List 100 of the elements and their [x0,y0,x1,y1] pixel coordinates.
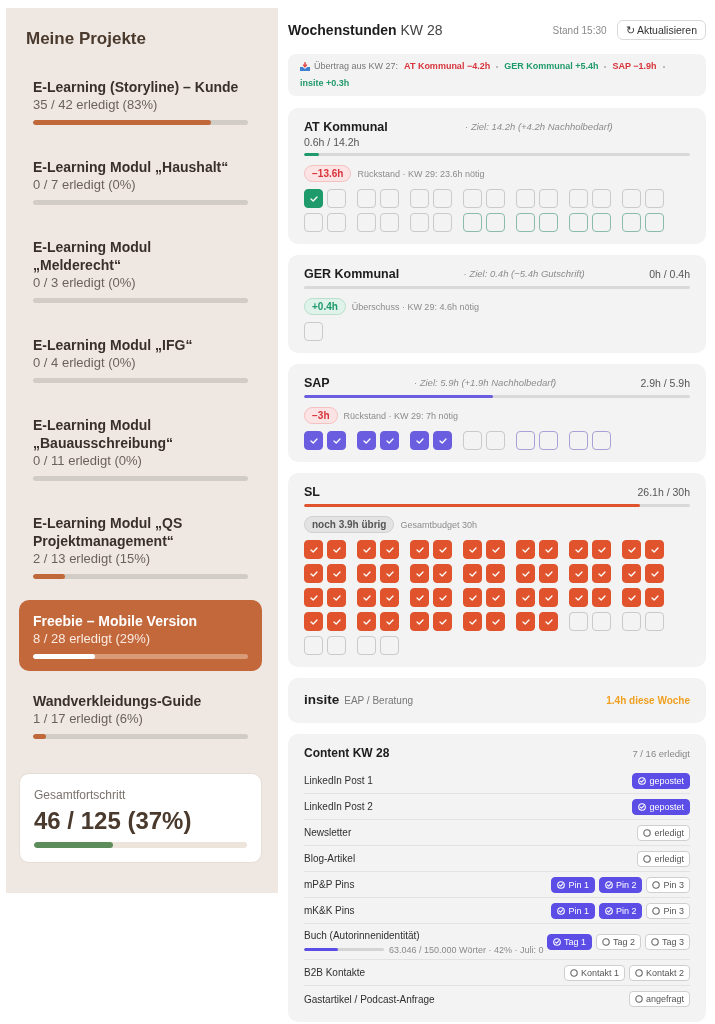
hour-checkbox[interactable] [327,636,346,655]
hour-checkbox[interactable] [410,213,429,232]
hour-checkbox[interactable] [327,564,346,583]
hour-checkbox[interactable] [304,189,323,208]
hour-checkbox[interactable] [622,189,641,208]
project-item[interactable]: Freebie – Mobile Version 8 / 28 erledigt (29%) [19,600,262,671]
hour-checkbox[interactable] [304,588,323,607]
hour-checkbox[interactable] [645,588,664,607]
hour-checkbox[interactable] [539,189,558,208]
hour-checkbox[interactable] [463,588,482,607]
hour-checkbox[interactable] [592,431,611,450]
hour-checkbox[interactable] [380,431,399,450]
status-toggle[interactable]: Pin 2 [598,902,643,919]
hour-checkbox[interactable] [357,564,376,583]
hour-checkbox[interactable] [463,213,482,232]
hour-checkbox[interactable] [357,540,376,559]
hour-checkbox[interactable] [327,612,346,631]
hour-checkbox[interactable] [380,189,399,208]
hour-checkbox[interactable] [433,588,452,607]
project-item[interactable]: E-Learning (Storyline) – Kunde 35 / 42 erledigt (83%) [19,66,262,137]
hour-checkbox[interactable] [486,612,505,631]
hour-checkbox[interactable] [357,588,376,607]
hour-checkbox[interactable] [592,612,611,631]
hour-checkbox[interactable] [486,213,505,232]
hour-checkbox[interactable] [304,431,323,450]
refresh-button[interactable]: ↻ Aktualisieren [616,20,706,40]
hour-checkbox[interactable] [569,213,588,232]
hour-checkbox[interactable] [327,588,346,607]
hour-checkbox[interactable] [304,540,323,559]
hour-checkbox[interactable] [433,540,452,559]
hour-checkbox[interactable] [433,612,452,631]
hour-checkbox[interactable] [622,564,641,583]
status-toggle[interactable]: Pin 1 [551,902,595,919]
hour-checkbox[interactable] [592,540,611,559]
status-toggle[interactable]: angefragt [628,991,690,1007]
hour-checkbox[interactable] [592,564,611,583]
hour-checkbox[interactable] [516,588,535,607]
hour-checkbox[interactable] [516,189,535,208]
hour-checkbox[interactable] [327,189,346,208]
hour-checkbox[interactable] [539,431,558,450]
hour-checkbox[interactable] [539,588,558,607]
status-toggle[interactable]: Pin 2 [598,876,643,893]
hour-checkbox[interactable] [410,189,429,208]
hour-checkbox[interactable] [486,540,505,559]
hour-checkbox[interactable] [410,612,429,631]
project-item[interactable]: E-Learning Modul „QS Projektmanagement“ 2 / 13 erledigt (15%) [19,502,262,591]
status-toggle[interactable]: gepostet [632,772,690,789]
status-toggle[interactable]: Pin 1 [551,876,595,893]
hour-checkbox[interactable] [516,431,535,450]
hour-checkbox[interactable] [304,322,323,341]
hour-checkbox[interactable] [516,564,535,583]
hour-checkbox[interactable] [486,189,505,208]
hour-checkbox[interactable] [304,636,323,655]
hour-checkbox[interactable] [304,213,323,232]
hour-checkbox[interactable] [380,636,399,655]
hour-checkbox[interactable] [569,431,588,450]
status-toggle[interactable]: Pin 3 [646,876,690,893]
hour-checkbox[interactable] [380,564,399,583]
hour-checkbox[interactable] [592,189,611,208]
hour-checkbox[interactable] [463,540,482,559]
hour-checkbox[interactable] [357,431,376,450]
status-toggle[interactable]: Kontakt 1 [563,964,625,981]
hour-checkbox[interactable] [410,564,429,583]
hour-checkbox[interactable] [380,612,399,631]
hour-checkbox[interactable] [592,588,611,607]
hour-checkbox[interactable] [569,564,588,583]
hour-checkbox[interactable] [569,540,588,559]
status-toggle[interactable]: Tag 2 [595,933,641,950]
project-item[interactable]: Wandverkleidungs-Guide 1 / 17 erledigt (6%) [19,680,262,751]
hour-checkbox[interactable] [645,612,664,631]
hour-checkbox[interactable] [645,189,664,208]
hour-checkbox[interactable] [304,612,323,631]
hour-checkbox[interactable] [410,588,429,607]
hour-checkbox[interactable] [569,612,588,631]
hour-checkbox[interactable] [327,540,346,559]
status-toggle[interactable]: erledigt [637,824,690,841]
hour-checkbox[interactable] [539,564,558,583]
hour-checkbox[interactable] [463,612,482,631]
hour-checkbox[interactable] [539,540,558,559]
status-toggle[interactable]: Tag 3 [644,933,690,950]
hour-checkbox[interactable] [410,540,429,559]
hour-checkbox[interactable] [592,213,611,232]
hour-checkbox[interactable] [463,189,482,208]
hour-checkbox[interactable] [622,612,641,631]
hour-checkbox[interactable] [539,612,558,631]
hour-checkbox[interactable] [380,588,399,607]
hour-checkbox[interactable] [516,213,535,232]
hour-checkbox[interactable] [569,588,588,607]
hour-checkbox[interactable] [380,213,399,232]
hour-checkbox[interactable] [622,540,641,559]
hour-checkbox[interactable] [486,564,505,583]
hour-checkbox[interactable] [463,564,482,583]
hour-checkbox[interactable] [569,189,588,208]
hour-checkbox[interactable] [357,636,376,655]
hour-checkbox[interactable] [645,213,664,232]
hour-checkbox[interactable] [357,213,376,232]
hour-checkbox[interactable] [380,540,399,559]
hour-checkbox[interactable] [645,540,664,559]
hour-checkbox[interactable] [516,540,535,559]
hour-checkbox[interactable] [622,588,641,607]
